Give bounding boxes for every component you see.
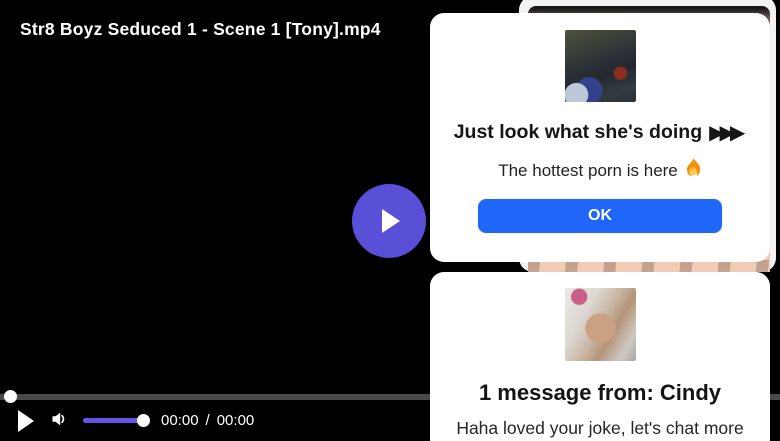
message-popup[interactable]: 1 message from: Cindy Haha loved your jo… (430, 272, 770, 441)
offer-heading: Just look what she's doing ▶▶▶ (454, 120, 747, 145)
offer-subtext-text: The hottest porn is here (498, 160, 678, 180)
offer-subtext: The hottest porn is here (498, 158, 702, 183)
ok-button[interactable]: OK (478, 199, 722, 233)
speaker-icon (51, 412, 67, 430)
play-icon (382, 209, 400, 233)
offer-heading-text: Just look what she's doing (453, 121, 703, 143)
message-sender-thumbnail[interactable] (564, 288, 636, 361)
offer-popup[interactable]: Just look what she's doing ▶▶▶ The hotte… (430, 13, 770, 262)
total-time: 00:00 (216, 412, 255, 429)
fire-icon (685, 158, 702, 183)
message-heading: 1 message from: Cindy (478, 380, 722, 405)
volume-button[interactable] (51, 411, 67, 427)
volume-thumb[interactable] (137, 414, 150, 427)
video-player-page: Str8 Boyz Seduced 1 - Scene 1 [Tony].mp4… (0, 0, 780, 441)
play-button[interactable] (18, 410, 34, 432)
video-title: Str8 Boyz Seduced 1 - Scene 1 [Tony].mp4 (20, 19, 381, 39)
time-separator: / (205, 412, 210, 429)
progress-thumb[interactable] (4, 390, 17, 403)
triple-arrow-icon: ▶▶▶ (709, 122, 745, 144)
offer-thumbnail[interactable] (564, 30, 636, 102)
message-text: Haha loved your joke, let's chat more (456, 418, 744, 438)
time-display: 00:00 / 00:00 (161, 412, 254, 429)
current-time: 00:00 (161, 412, 199, 429)
big-play-button[interactable] (352, 184, 426, 258)
